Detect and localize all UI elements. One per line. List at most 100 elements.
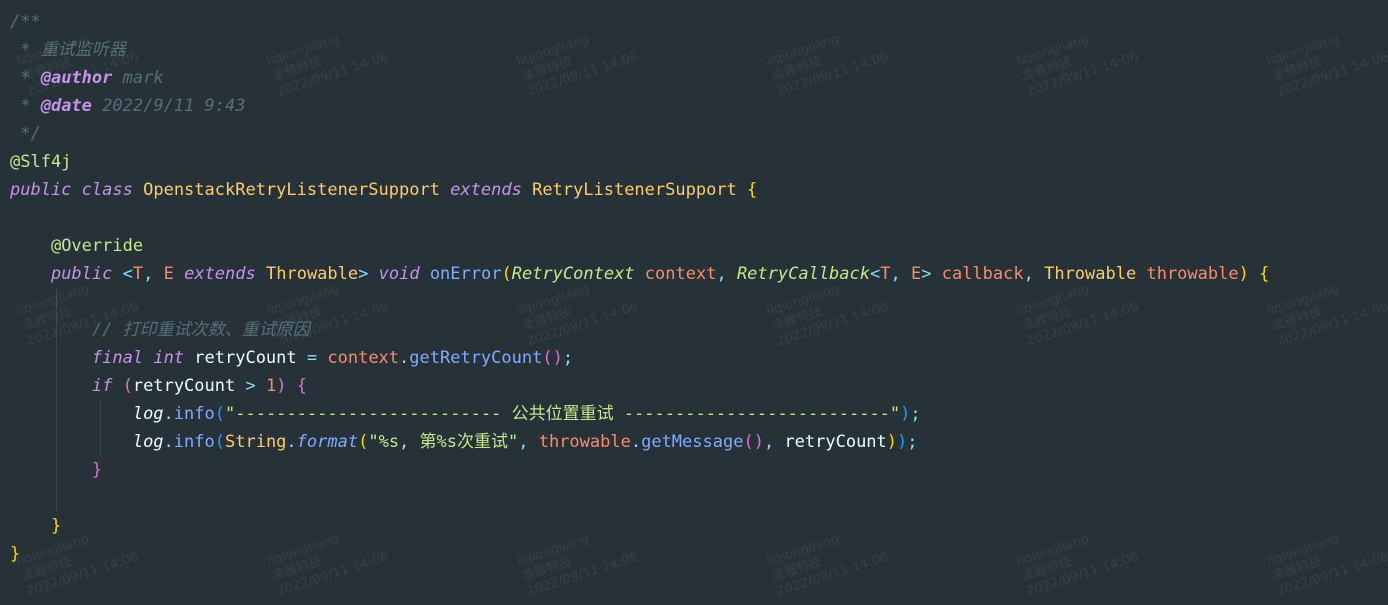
code-token: log [132,404,164,424]
code-line[interactable]: log.info("-------------------------- 公共位… [10,400,1269,428]
code-line[interactable]: @Slf4j [10,148,1269,176]
code-line[interactable]: } [10,456,1269,484]
code-line[interactable]: } [10,540,1269,568]
code-line[interactable]: } [10,512,1269,540]
code-line[interactable] [10,204,1269,232]
code-token: public [10,180,72,200]
code-token: final [91,348,144,368]
code-token: ) [276,376,287,396]
code-token: T [132,264,144,284]
watermark-text: liqiongliang 凌雅特技 2022/09/11 14:06 [1265,531,1388,600]
code-line[interactable]: /** [10,8,1269,36]
code-token: 2022/9/11 9:43 [91,96,246,116]
code-line[interactable]: public <T, E extends Throwable> void onE… [10,260,1269,288]
code-token: class [81,180,133,200]
code-token: { [1248,264,1270,284]
code-token: mark [112,68,164,88]
code-editor[interactable]: /** * 重试监听器 * @author mark * @date 2022/… [0,0,1388,605]
code-token: @Slf4j [10,152,72,172]
code-token: 1 [265,376,277,396]
code-token: , [890,264,911,284]
code-token: RetryListenerSupport [532,180,737,200]
code-token: , [518,432,539,452]
code-token: ; [907,432,918,452]
code-line[interactable]: final int retryCount = context.getRetryC… [10,344,1269,372]
code-token: . [630,432,642,452]
code-token: "%s, 第%s次重试" [368,432,519,452]
code-token: ( [358,432,369,452]
code-token: "-------------------------- 公共位置重试 -----… [225,404,901,424]
code-token: = [306,348,318,368]
code-line[interactable]: log.info(String.format("%s, 第%s次重试", thr… [10,428,1269,456]
code-token: } [50,516,62,536]
code-token: @author [40,68,113,88]
code-token: callback [941,264,1024,284]
code-token: context [327,348,400,368]
code-token: public [50,264,113,284]
code-token: { [286,376,307,396]
code-line[interactable] [10,288,1269,316]
code-line[interactable] [10,484,1269,512]
code-token: * 重试监听器 [10,40,126,60]
code-token: ) [897,432,908,452]
code-token: > [245,376,256,396]
code-token: onError [429,264,502,284]
code-line[interactable]: * 重试监听器 [10,36,1269,64]
code-token: @date [40,96,92,116]
code-token: . [286,432,297,452]
code-token: ; [562,348,574,368]
code-token: retryCount [132,376,246,396]
code-token: RetryContext [511,264,635,284]
code-token: throwable [1146,264,1239,284]
code-token: // 打印重试次数、重试原因 [91,320,310,340]
code-line[interactable]: * @date 2022/9/11 9:43 [10,92,1269,120]
code-token: /** [10,12,41,32]
code-token: , [1023,264,1045,284]
code-token: int [153,348,185,368]
code-line[interactable]: @Override [10,232,1269,260]
code-token: () [743,432,764,452]
code-token: * [10,68,41,88]
code-token: . [399,348,410,368]
code-token: < [112,264,133,284]
code-line[interactable]: * @author mark [10,64,1269,92]
code-token: OpenstackRetryListenerSupport [143,180,440,200]
code-token: . [163,432,174,452]
code-token: retryCount [184,348,307,368]
code-lines: /** * 重试监听器 * @author mark * @date 2022/… [10,8,1269,568]
code-line[interactable]: public class OpenstackRetryListenerSuppo… [10,176,1269,204]
code-line[interactable]: if (retryCount > 1) { [10,372,1269,400]
code-token: Throwable [266,264,359,284]
code-token: ) [1238,264,1249,284]
code-token: T [880,264,891,284]
code-token: ; [910,404,921,424]
code-token: extends [184,264,256,284]
code-token: E [163,264,174,284]
code-token: retryCount [784,432,887,452]
code-token: () [542,348,563,368]
code-token: * [10,96,41,116]
code-line[interactable]: // 打印重试次数、重试原因 [10,316,1269,344]
code-token: } [91,460,103,480]
code-line[interactable]: */ [10,120,1269,148]
code-token: } [10,544,21,564]
code-token: ) [886,432,898,452]
